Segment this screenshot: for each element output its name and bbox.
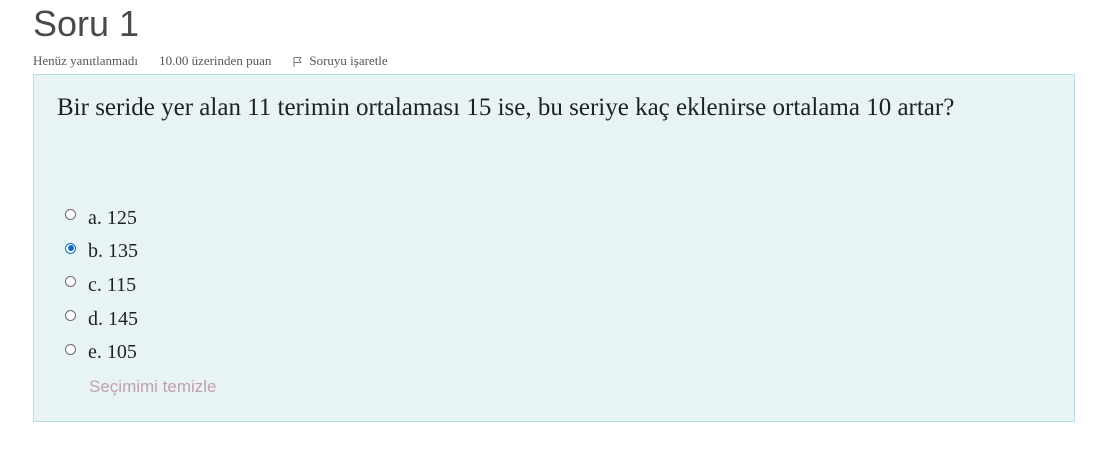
clear-selection-link[interactable]: Seçimimi temizle — [89, 377, 217, 397]
question-points: 10.00 üzerinden puan — [159, 53, 272, 68]
flag-question-label: Soruyu işaretle — [309, 53, 388, 68]
answer-option-c[interactable]: c. 115 — [65, 268, 138, 302]
radio-button[interactable] — [65, 242, 76, 254]
question-text: Bir seride yer alan 11 terimin ortalamas… — [57, 94, 955, 121]
radio-button[interactable] — [65, 310, 76, 322]
question-title: Soru 1 — [33, 3, 140, 44]
radio-button[interactable] — [65, 276, 76, 288]
question-status: Henüz yanıtlanmadı — [33, 53, 139, 68]
answer-label: b. 135 — [88, 240, 138, 263]
answer-option-b[interactable]: b. 135 — [65, 235, 138, 269]
flag-question-link[interactable]: Soruyu işaretle — [292, 53, 388, 69]
answer-label: d. 145 — [88, 307, 138, 330]
answer-option-d[interactable]: d. 145 — [65, 302, 138, 336]
answer-option-a[interactable]: a. 125 — [65, 201, 138, 235]
answer-label: e. 105 — [88, 341, 137, 364]
answer-list: a. 125 b. 135 c. 115 d. 145 e. 105 — [65, 201, 138, 369]
question-panel: Bir seride yer alan 11 terimin ortalamas… — [33, 74, 1075, 422]
answer-option-e[interactable]: e. 105 — [65, 335, 138, 369]
question-info: Henüz yanıtlanmadı 10.00 üzerinden puan … — [33, 53, 388, 69]
radio-button[interactable] — [65, 343, 76, 355]
radio-button[interactable] — [65, 209, 76, 221]
answer-label: c. 115 — [88, 273, 137, 296]
answer-label: a. 125 — [88, 206, 137, 229]
flag-icon — [292, 56, 304, 68]
